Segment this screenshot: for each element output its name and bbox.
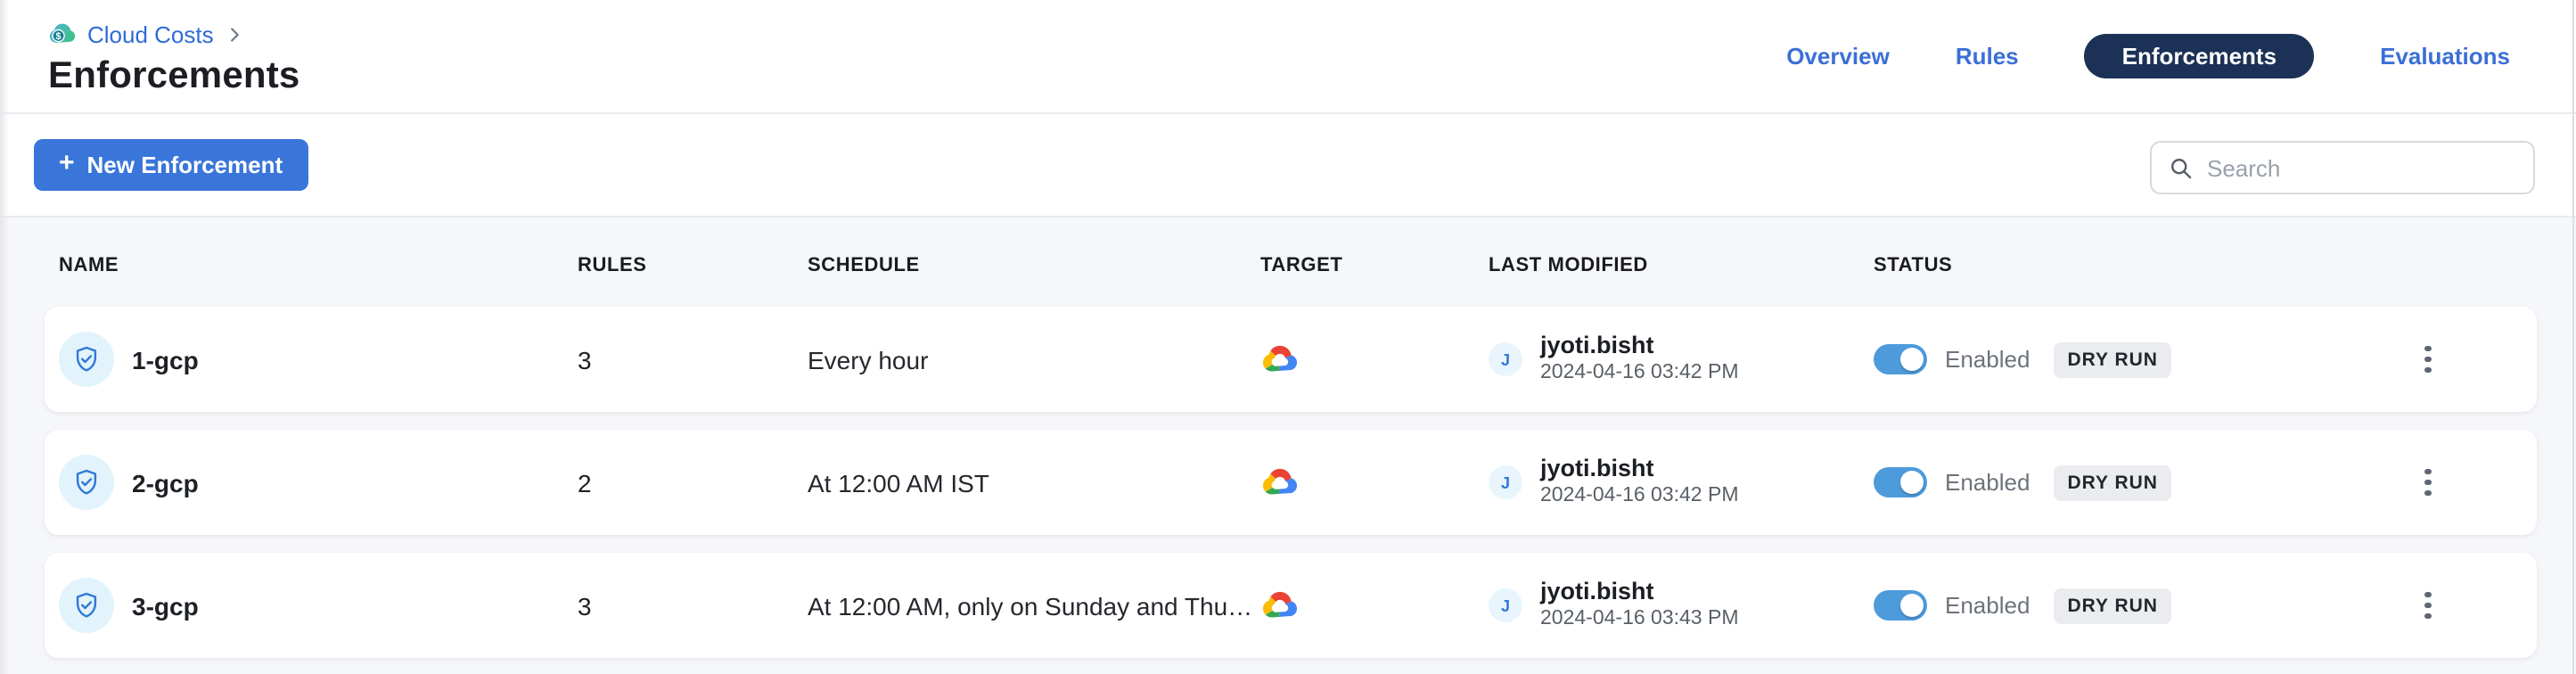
enabled-toggle[interactable] — [1874, 590, 1927, 621]
dry-run-badge: DRY RUN — [2053, 588, 2172, 623]
breadcrumb-module-link[interactable]: Cloud Costs — [87, 21, 214, 47]
kebab-menu-icon[interactable] — [2415, 581, 2442, 630]
toolbar: + New Enforcement — [0, 112, 2576, 218]
schedule-text: Every hour — [808, 345, 1260, 374]
enforcement-name: 3-gcp — [132, 591, 199, 620]
right-edge-divider — [2572, 0, 2574, 674]
shield-check-icon — [59, 578, 114, 633]
plus-icon: + — [59, 150, 75, 177]
gcp-cloud-icon — [1260, 586, 1489, 625]
column-header-target: TARGET — [1260, 255, 1489, 276]
page-tabs: Overview Rules Enforcements Evaluations — [1786, 0, 2510, 112]
dry-run-badge: DRY RUN — [2053, 464, 2172, 500]
table-header-row: NAME RULES SCHEDULE TARGET LAST MODIFIED… — [59, 255, 2537, 276]
gcp-cloud-icon — [1260, 463, 1489, 502]
avatar: J — [1489, 588, 1522, 622]
avatar: J — [1489, 465, 1522, 499]
modified-at: 2024-04-16 03:42 PM — [1540, 361, 1739, 388]
tab-enforcements-active[interactable]: Enforcements — [2085, 34, 2314, 78]
search-input[interactable] — [2207, 154, 2515, 181]
rules-count: 3 — [578, 591, 808, 620]
table-row[interactable]: 1-gcp 3 Every hour J jyoti.bisht 2024-04… — [45, 307, 2537, 412]
column-header-name: NAME — [59, 255, 578, 276]
schedule-text: At 12:00 AM, only on Sunday and Thursday — [808, 591, 1260, 620]
enforcements-table: NAME RULES SCHEDULE TARGET LAST MODIFIED… — [0, 218, 2576, 674]
tab-overview[interactable]: Overview — [1786, 43, 1890, 70]
tab-rules[interactable]: Rules — [1956, 43, 2019, 70]
page-header: Cloud Costs Enforcements Overview Rules … — [0, 0, 2576, 112]
modified-at: 2024-04-16 03:42 PM — [1540, 484, 1739, 511]
enforcement-name: 1-gcp — [132, 345, 199, 374]
schedule-text: At 12:00 AM IST — [808, 468, 1260, 497]
modified-at: 2024-04-16 03:43 PM — [1540, 607, 1739, 634]
enforcement-name: 2-gcp — [132, 468, 199, 497]
modified-by: jyoti.bisht — [1540, 577, 1739, 607]
dry-run-badge: DRY RUN — [2053, 341, 2172, 377]
column-header-status: STATUS — [1874, 255, 2319, 276]
search-icon — [2170, 156, 2193, 179]
chevron-right-icon — [225, 24, 244, 44]
avatar: J — [1489, 342, 1522, 376]
table-row[interactable]: 3-gcp 3 At 12:00 AM, only on Sunday and … — [45, 553, 2537, 658]
table-row[interactable]: 2-gcp 2 At 12:00 AM IST J jyoti.bisht 20… — [45, 430, 2537, 535]
column-header-last-modified: LAST MODIFIED — [1489, 255, 1874, 276]
shield-check-icon — [59, 332, 114, 387]
rules-count: 2 — [578, 468, 808, 497]
search-box[interactable] — [2150, 141, 2535, 194]
enabled-toggle[interactable] — [1874, 467, 1927, 497]
column-header-rules: RULES — [578, 255, 808, 276]
enforcements-page: Cloud Costs Enforcements Overview Rules … — [0, 0, 2576, 674]
kebab-menu-icon[interactable] — [2415, 458, 2442, 507]
new-enforcement-button[interactable]: + New Enforcement — [34, 139, 308, 191]
enabled-label: Enabled — [1945, 592, 2030, 619]
left-gutter — [0, 0, 9, 674]
shield-check-icon — [59, 455, 114, 510]
tab-evaluations[interactable]: Evaluations — [2380, 43, 2510, 70]
cloud-costs-icon — [48, 20, 77, 48]
modified-by: jyoti.bisht — [1540, 454, 1739, 484]
enabled-label: Enabled — [1945, 469, 2030, 496]
table-body: 1-gcp 3 Every hour J jyoti.bisht 2024-04… — [45, 307, 2537, 674]
modified-by: jyoti.bisht — [1540, 331, 1739, 361]
enabled-label: Enabled — [1945, 346, 2030, 373]
kebab-menu-icon[interactable] — [2415, 335, 2442, 384]
rules-count: 3 — [578, 345, 808, 374]
enabled-toggle[interactable] — [1874, 344, 1927, 374]
gcp-cloud-icon — [1260, 340, 1489, 379]
new-enforcement-button-label: New Enforcement — [87, 152, 283, 178]
column-header-schedule: SCHEDULE — [808, 255, 1260, 276]
